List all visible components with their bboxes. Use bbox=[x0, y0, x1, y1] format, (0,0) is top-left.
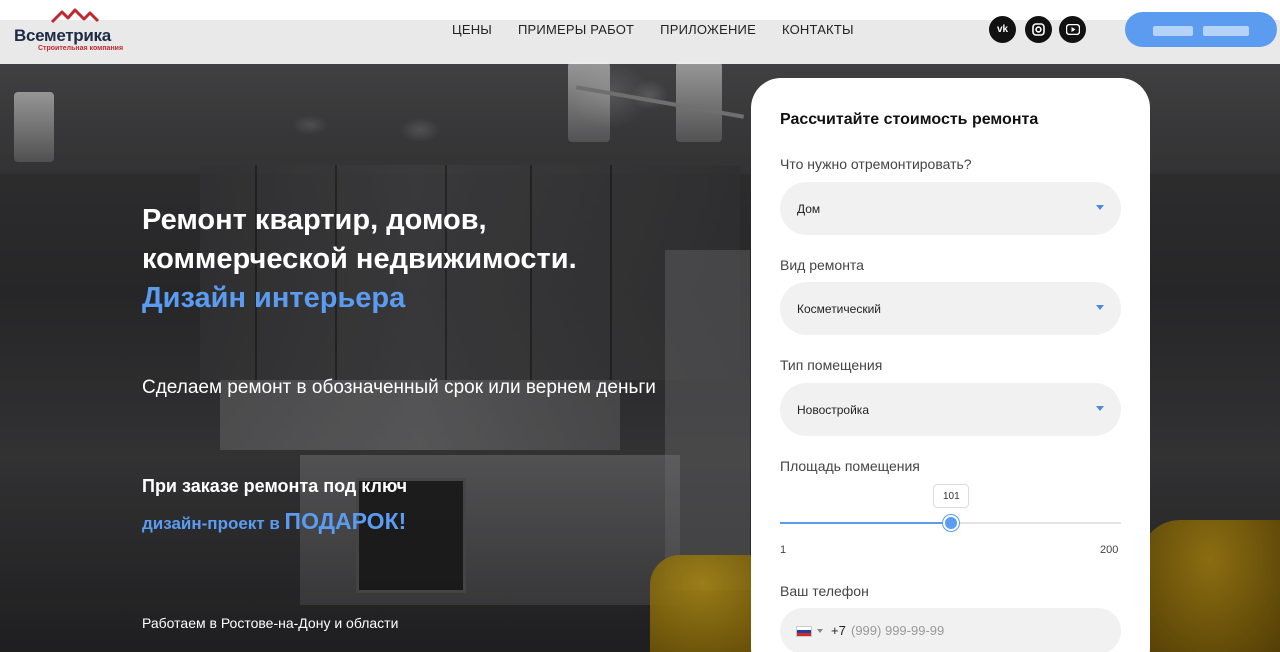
phone-country-code: +7 bbox=[831, 623, 846, 638]
logo-tagline: Строительная компания bbox=[38, 45, 124, 52]
repair-type-value: Косметический bbox=[797, 301, 881, 316]
main-nav: ЦЕНЫ ПРИМЕРЫ РАБОТ ПРИЛОЖЕНИЕ КОНТАКТЫ bbox=[452, 22, 854, 37]
phone-input[interactable]: +7 (999) 999-99-99 bbox=[780, 608, 1121, 652]
area-label: Площадь помещения bbox=[780, 458, 920, 474]
area-max: 200 bbox=[1100, 544, 1119, 556]
callback-button[interactable] bbox=[1125, 12, 1277, 47]
repair-object-value: Дом bbox=[797, 201, 821, 216]
phone-label: Ваш телефон bbox=[780, 583, 869, 599]
youtube-icon[interactable] bbox=[1059, 16, 1086, 43]
chevron-down-icon bbox=[1096, 205, 1104, 210]
phone-placeholder: (999) 999-99-99 bbox=[851, 623, 945, 638]
premises-type-value: Новостройка bbox=[797, 402, 869, 417]
hero-title-accent: Дизайн интерьера bbox=[142, 282, 406, 314]
site-header: Всеметрика Строительная компания ЦЕНЫ ПР… bbox=[0, 0, 1280, 64]
area-slider-handle[interactable] bbox=[943, 515, 960, 531]
promo-gift-highlight: ПОДАРОК! bbox=[284, 508, 407, 534]
cost-calculator-form: Рассчитайте стоимость ремонта Что нужно … bbox=[751, 78, 1150, 652]
area-value-tooltip: 101 bbox=[933, 484, 970, 508]
vk-icon[interactable]: vk bbox=[989, 16, 1016, 43]
nav-link-prices[interactable]: ЦЕНЫ bbox=[452, 22, 492, 37]
hero-title: Ремонт квартир, домов, коммерческой недв… bbox=[142, 204, 577, 275]
repair-object-label: Что нужно отремонтировать? bbox=[780, 156, 972, 172]
promo-gift-line: дизайн-проект в ПОДАРОК! bbox=[142, 508, 406, 535]
premises-type-label: Тип помещения bbox=[780, 357, 883, 373]
logo-name: Всеметрика bbox=[14, 26, 111, 45]
nav-link-portfolio[interactable]: ПРИМЕРЫ РАБОТ bbox=[518, 22, 634, 37]
promo-line: При заказе ремонта под ключ bbox=[142, 476, 408, 496]
repair-type-label: Вид ремонта bbox=[780, 257, 864, 273]
nav-link-app[interactable]: ПРИЛОЖЕНИЕ bbox=[660, 22, 756, 37]
area-slider-fill bbox=[780, 522, 952, 524]
instagram-icon[interactable] bbox=[1025, 16, 1052, 43]
area-min: 1 bbox=[780, 544, 787, 556]
chevron-down-icon[interactable] bbox=[817, 629, 823, 633]
russia-flag-icon[interactable] bbox=[796, 626, 812, 637]
repair-type-select[interactable]: Косметический bbox=[780, 282, 1121, 335]
logo[interactable]: Всеметрика Строительная компания bbox=[14, 8, 124, 52]
chevron-down-icon bbox=[1096, 305, 1104, 310]
hero-subtitle: Сделаем ремонт в обозначенный срок или в… bbox=[142, 377, 656, 398]
premises-type-select[interactable]: Новостройка bbox=[780, 383, 1121, 436]
region-text: Работаем в Ростове-на-Дону и области bbox=[142, 615, 399, 631]
calculator-title: Рассчитайте стоимость ремонта bbox=[780, 111, 1039, 128]
nav-link-contacts[interactable]: КОНТАКТЫ bbox=[782, 22, 854, 37]
repair-object-select[interactable]: Дом bbox=[780, 182, 1121, 235]
promo-gift-text: дизайн-проект в bbox=[142, 514, 285, 533]
roof-logo-icon bbox=[50, 8, 100, 24]
chevron-down-icon bbox=[1096, 406, 1104, 411]
